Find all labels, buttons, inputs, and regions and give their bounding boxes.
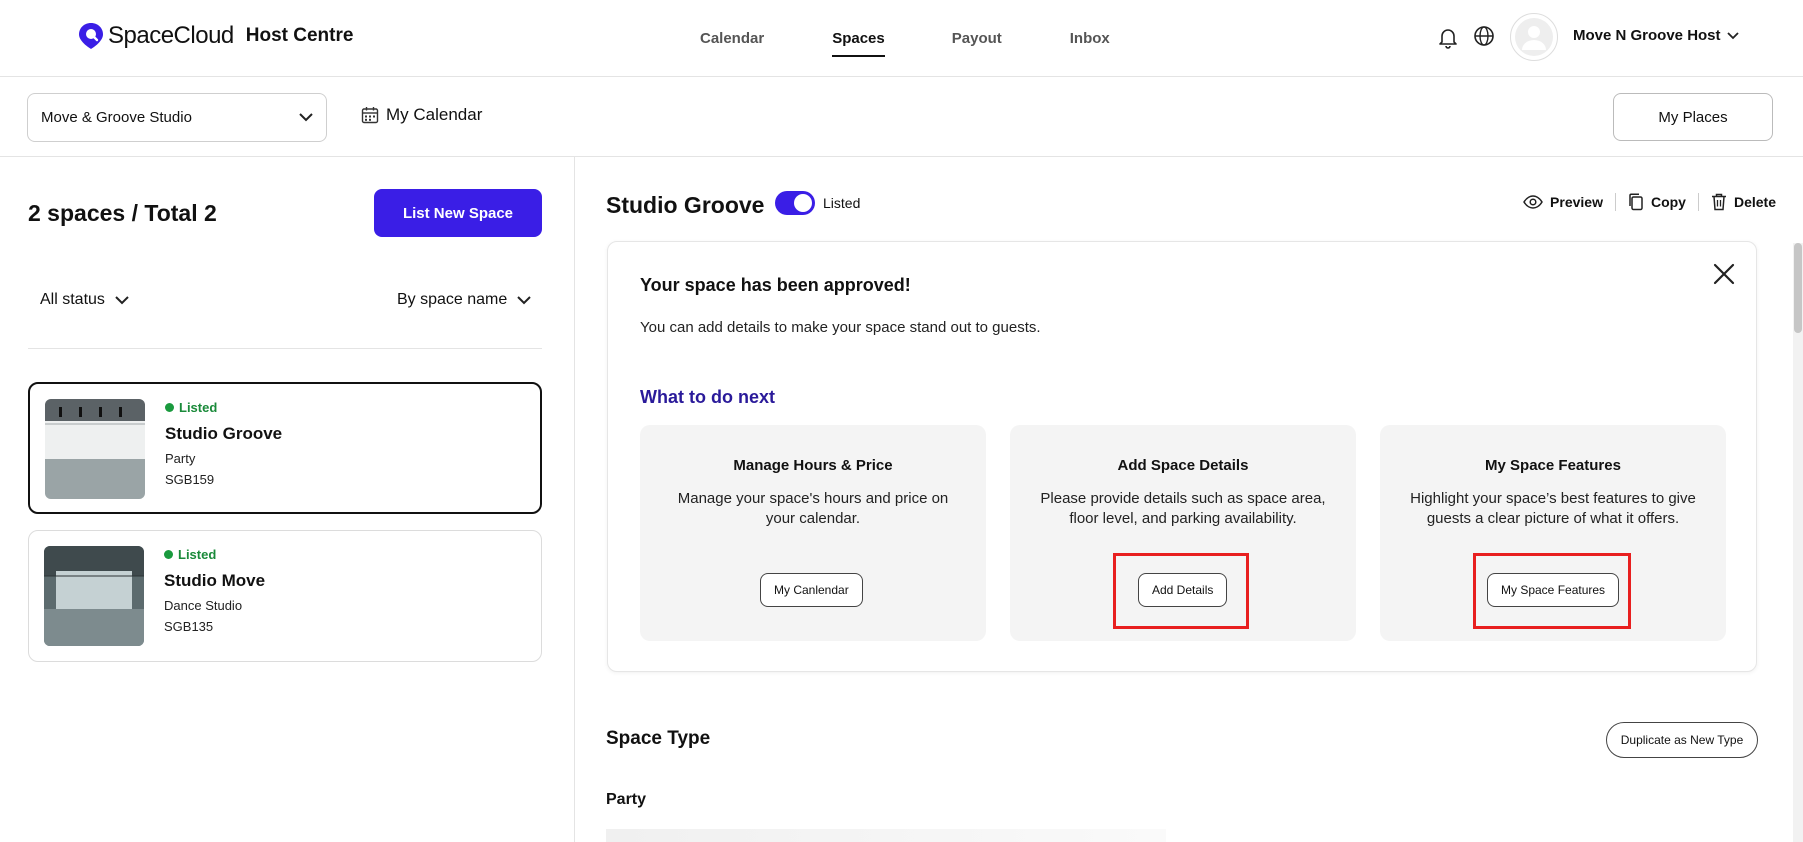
main-nav: Calendar Spaces Payout Inbox [700,0,1110,77]
nav-calendar[interactable]: Calendar [700,0,764,77]
place-selector[interactable]: Move & Groove Studio [27,93,327,142]
user-name-label: Move N Groove Host [1573,27,1721,44]
delete-button[interactable]: Delete [1699,193,1776,211]
calendar-icon [361,107,379,124]
space-name: Studio Move [164,571,266,590]
space-thumbnail [45,399,145,499]
my-space-features-button[interactable]: My Space Features [1487,573,1620,607]
eye-icon [1523,195,1543,209]
space-status-label: Listed [178,547,217,562]
spaces-list-panel: 2 spaces / Total 2 List New Space All st… [0,157,575,842]
sort-label: By space name [397,291,508,308]
listed-status-badge: Listed [164,547,216,562]
status-filter-label: All status [40,291,105,308]
delete-label: Delete [1733,194,1776,210]
close-icon[interactable] [1712,262,1736,286]
status-dot [164,550,173,559]
user-menu[interactable]: Move N Groove Host [1573,27,1739,44]
space-thumbnail [44,546,144,646]
chevron-down-icon [299,113,313,122]
my-calendar-link[interactable]: My Calendar [361,105,482,125]
space-type: Party [165,451,196,466]
space-name: Studio Groove [165,424,283,443]
space-code: SGB159 [165,472,215,487]
brand-name: SpaceCloud [108,22,234,49]
preview-button[interactable]: Preview [1511,194,1615,210]
status-dot [165,403,174,412]
space-actions: Preview Copy Delete [1511,193,1776,211]
task-card-space-details: Add Space Details Please provide details… [1010,425,1356,641]
space-title: Studio Groove [606,192,765,218]
space-code: SGB135 [164,619,214,634]
space-detail-panel: Studio Groove Listed Preview Copy Delete… [576,157,1803,842]
brand-subtitle: Host Centre [245,25,354,46]
list-new-space-button[interactable]: List New Space [374,189,542,237]
listed-status-badge: Listed [165,400,217,415]
space-type-label: Party [606,791,647,808]
divider [28,348,542,349]
studio-photo-image [44,546,144,646]
notification-bell-icon[interactable] [1437,25,1459,49]
space-card-studio-groove[interactable]: Listed Studio Groove Party SGB159 [28,382,542,514]
nav-spaces[interactable]: Spaces [832,0,885,77]
status-filter-dropdown[interactable]: All status [40,291,129,309]
chevron-down-icon [115,295,129,304]
my-calendar-label: My Calendar [386,105,483,124]
space-card-studio-move[interactable]: Listed Studio Move Dance Studio SGB135 [28,530,542,662]
logo-pin-icon [79,23,103,49]
chevron-down-icon [1726,31,1739,39]
chevron-down-icon [517,295,531,304]
studio-photo-image [45,399,145,499]
my-calendar-button[interactable]: My Canlendar [760,573,863,607]
my-places-button[interactable]: My Places [1613,93,1773,141]
nav-inbox[interactable]: Inbox [1070,0,1110,77]
nav-payout[interactable]: Payout [952,0,1002,77]
place-selector-value: Move & Groove Studio [41,109,192,126]
faded-content [606,829,1166,842]
preview-label: Preview [1550,194,1603,210]
duplicate-as-new-type-button[interactable]: Duplicate as New Type [1606,722,1758,758]
place-toolbar: Move & Groove Studio My Calendar My Plac… [0,77,1803,157]
task-card-space-features: My Space Features Highlight your space’s… [1380,425,1726,641]
spaces-count-title: 2 spaces / Total 2 [28,200,217,226]
task-title: My Space Features [1485,457,1621,474]
approval-notice-card: Your space has been approved! You can ad… [607,241,1757,672]
what-to-do-next-title: What to do next [640,387,775,407]
sort-dropdown[interactable]: By space name [397,291,531,309]
copy-label: Copy [1650,194,1686,210]
listed-toggle[interactable] [775,191,815,215]
copy-icon [1629,193,1643,211]
approval-title: Your space has been approved! [640,275,911,295]
task-card-hours-price: Manage Hours & Price Manage your space's… [640,425,986,641]
space-type: Dance Studio [164,598,243,613]
task-title: Manage Hours & Price [733,457,893,474]
space-status-label: Listed [179,400,218,415]
brand-logo[interactable]: SpaceCloud Host Centre [78,22,353,50]
task-description: Highlight your space’s best features to … [1410,490,1696,527]
copy-button[interactable]: Copy [1616,193,1698,211]
task-title: Add Space Details [1117,457,1249,474]
listed-toggle-label: Listed [823,195,861,211]
language-globe-icon[interactable] [1473,25,1495,47]
approval-text: You can add details to make your space s… [640,319,1041,336]
top-navigation-bar: SpaceCloud Host Centre Calendar Spaces P… [0,0,1803,77]
user-silhouette-icon [1515,18,1553,56]
user-avatar[interactable] [1510,13,1558,61]
trash-icon [1711,193,1726,211]
task-description: Manage your space's hours and price on y… [677,490,949,527]
add-details-button[interactable]: Add Details [1138,573,1228,607]
scrollbar[interactable] [1793,243,1803,842]
task-description: Please provide details such as space are… [1040,490,1326,527]
scrollbar-thumb[interactable] [1794,243,1802,333]
space-type-heading: Space Type [606,728,711,749]
